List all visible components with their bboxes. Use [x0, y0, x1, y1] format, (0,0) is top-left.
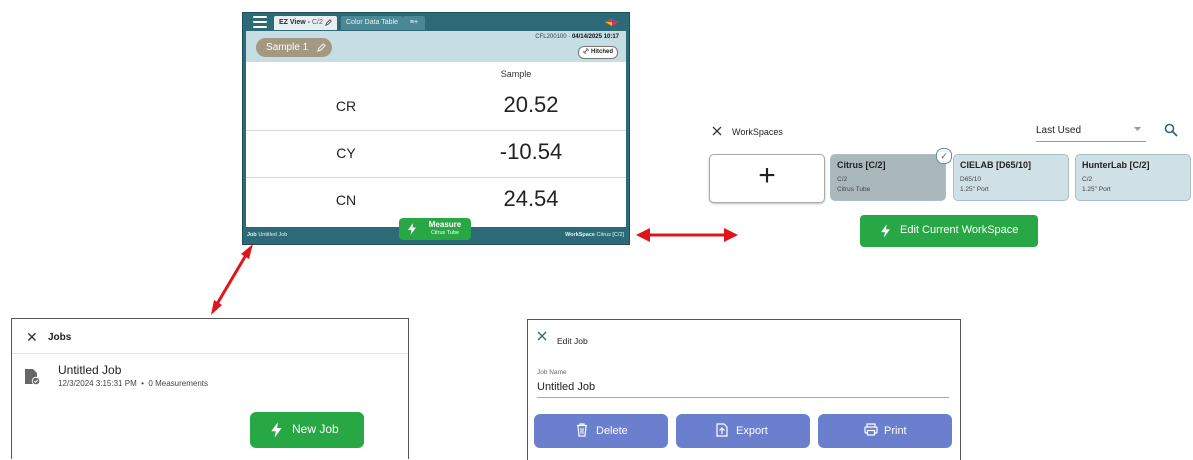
workspace-card-illuminant: D65/10	[960, 176, 981, 183]
search-icon[interactable]	[1164, 123, 1178, 137]
delete-button[interactable]: Delete	[534, 414, 668, 448]
row-label: CN	[335, 192, 357, 208]
sample-name: Sample 1	[266, 42, 309, 53]
printer-icon	[864, 423, 878, 436]
workspace-status-value: Citrus [C/2]	[596, 232, 624, 238]
chevron-down-icon[interactable]	[1134, 127, 1141, 132]
top-bar: EZ View - C/2 Color Data Table ≡+	[243, 13, 629, 31]
workspace-card-port: 1.25" Port	[1082, 186, 1111, 193]
device-info: CFL200100 · 04/14/2025 10:17	[535, 34, 619, 40]
job-status[interactable]: Job Untitled Job	[247, 232, 287, 238]
edit-current-workspace-label: Edit Current WorkSpace	[900, 224, 1019, 236]
job-name-field-label: Job Name	[537, 369, 567, 376]
tab-color-data-table[interactable]: Color Data Table	[341, 16, 404, 30]
table-row: CR 20.52	[246, 84, 626, 131]
sample-name-pill[interactable]: Sample 1	[256, 38, 332, 57]
delete-label: Delete	[596, 425, 628, 437]
tab-ez-view-label: EZ View -	[279, 19, 310, 26]
new-job-label: New Job	[292, 422, 339, 436]
sample-header: Sample 1 CFL200100 · 04/14/2025 10:17 Hi…	[246, 31, 626, 62]
pencil-icon	[324, 18, 332, 26]
measure-label: Measure	[428, 220, 462, 229]
measure-sub-label: Citrus Tube	[430, 230, 460, 236]
edit-job-panel: Edit Job Job Name Untitled Job Delete Ex…	[527, 319, 961, 460]
lightning-bolt-icon	[271, 422, 282, 438]
row-value: -10.54	[499, 139, 563, 164]
workspace-card-name: Citrus [C/2]	[837, 160, 886, 170]
workspace-card-name: HunterLab [C/2]	[1082, 160, 1150, 170]
job-name-field[interactable]: Untitled Job	[537, 381, 595, 393]
workspace-card-name: CIELAB [D65/10]	[960, 160, 1032, 170]
hitched-badge[interactable]: Hitched	[578, 46, 618, 59]
sort-dropdown-underline	[1036, 141, 1146, 142]
tab-ez-view[interactable]: EZ View - C/2	[274, 16, 337, 30]
lightning-bolt-icon	[881, 224, 890, 238]
tab-ez-view-sub: C/2	[311, 19, 323, 26]
divider	[12, 353, 408, 354]
workspace-card[interactable]: Citrus [C/2] C/2 Citrus Tube	[830, 154, 946, 201]
job-status-value: Untitled Job	[258, 232, 288, 238]
table-row: CY -10.54	[246, 131, 626, 178]
add-workspace-button[interactable]: +	[709, 154, 825, 203]
hamburger-menu-icon[interactable]	[253, 16, 267, 28]
workspaces-title: WorkSpaces	[732, 127, 783, 137]
sort-dropdown[interactable]: Last Used	[1036, 125, 1081, 136]
workspace-card[interactable]: HunterLab [C/2] C/2 1.25" Port	[1075, 154, 1191, 201]
export-label: Export	[736, 425, 768, 437]
close-icon[interactable]	[537, 331, 547, 341]
trash-icon	[577, 423, 587, 437]
job-name: Untitled Job	[58, 363, 122, 377]
job-meta: 12/3/2024 3:15:31 PM • 0 Measurements	[58, 379, 208, 388]
close-icon[interactable]	[712, 126, 722, 136]
double-arrow-icon	[211, 244, 253, 315]
workspace-card-port: 1.25" Port	[960, 186, 989, 193]
list-item[interactable]: Untitled Job 12/3/2024 3:15:31 PM • 0 Me…	[12, 355, 408, 395]
lightning-bolt-icon	[408, 223, 416, 235]
close-icon[interactable]: ✕	[26, 329, 38, 346]
export-button[interactable]: Export	[676, 414, 810, 448]
job-status-label: Job	[247, 232, 257, 238]
measure-button[interactable]: Measure Citrus Tube	[399, 218, 471, 240]
workspace-card[interactable]: CIELAB [D65/10] D65/10 1.25" Port	[953, 154, 1069, 201]
edit-pencil-icon	[317, 43, 326, 52]
edit-job-title: Edit Job	[557, 336, 588, 346]
row-value: 24.54	[503, 186, 559, 211]
export-file-icon	[716, 423, 728, 437]
workspace-card-illuminant: C/2	[837, 176, 848, 183]
workspace-status-label: WorkSpace	[565, 232, 595, 238]
device-screen: EZ View - C/2 Color Data Table ≡+ Sample…	[242, 12, 630, 245]
jobs-title: Jobs	[48, 332, 72, 343]
measurement-datetime: 04/14/2025 10:17	[571, 34, 619, 40]
selected-check-icon: ✓	[936, 148, 952, 164]
plus-icon: +	[758, 159, 776, 192]
edit-current-workspace-button[interactable]: Edit Current WorkSpace	[860, 215, 1038, 247]
row-value: 20.52	[503, 92, 559, 117]
workspace-card-illuminant: C/2	[1082, 176, 1093, 183]
data-table: Sample CR 20.52 CY -10.54 CN 24.54	[246, 62, 626, 227]
device-id: CFL200100 ·	[535, 34, 571, 40]
print-button[interactable]: Print	[818, 414, 952, 448]
jobs-panel: ✕ Jobs Untitled Job 12/3/2024 3:15:31 PM…	[11, 318, 409, 459]
job-name-field-underline	[537, 397, 949, 398]
hitched-label: Hitched	[590, 49, 613, 55]
row-label: CY	[336, 145, 356, 161]
link-icon	[583, 48, 589, 54]
new-job-button[interactable]: New Job	[250, 412, 364, 448]
workspace-status[interactable]: WorkSpace Citrus [C/2]	[565, 232, 624, 238]
file-check-icon	[25, 369, 41, 386]
column-header: Sample	[500, 69, 532, 79]
workspace-card-port: Citrus Tube	[837, 186, 871, 193]
print-label: Print	[884, 425, 907, 437]
row-label: CR	[335, 98, 357, 114]
add-tab-button[interactable]: ≡+	[403, 16, 425, 30]
workspaces-panel: WorkSpaces Last Used + Citrus [C/2] C/2 …	[708, 118, 1193, 253]
brand-logo-icon	[605, 18, 619, 26]
